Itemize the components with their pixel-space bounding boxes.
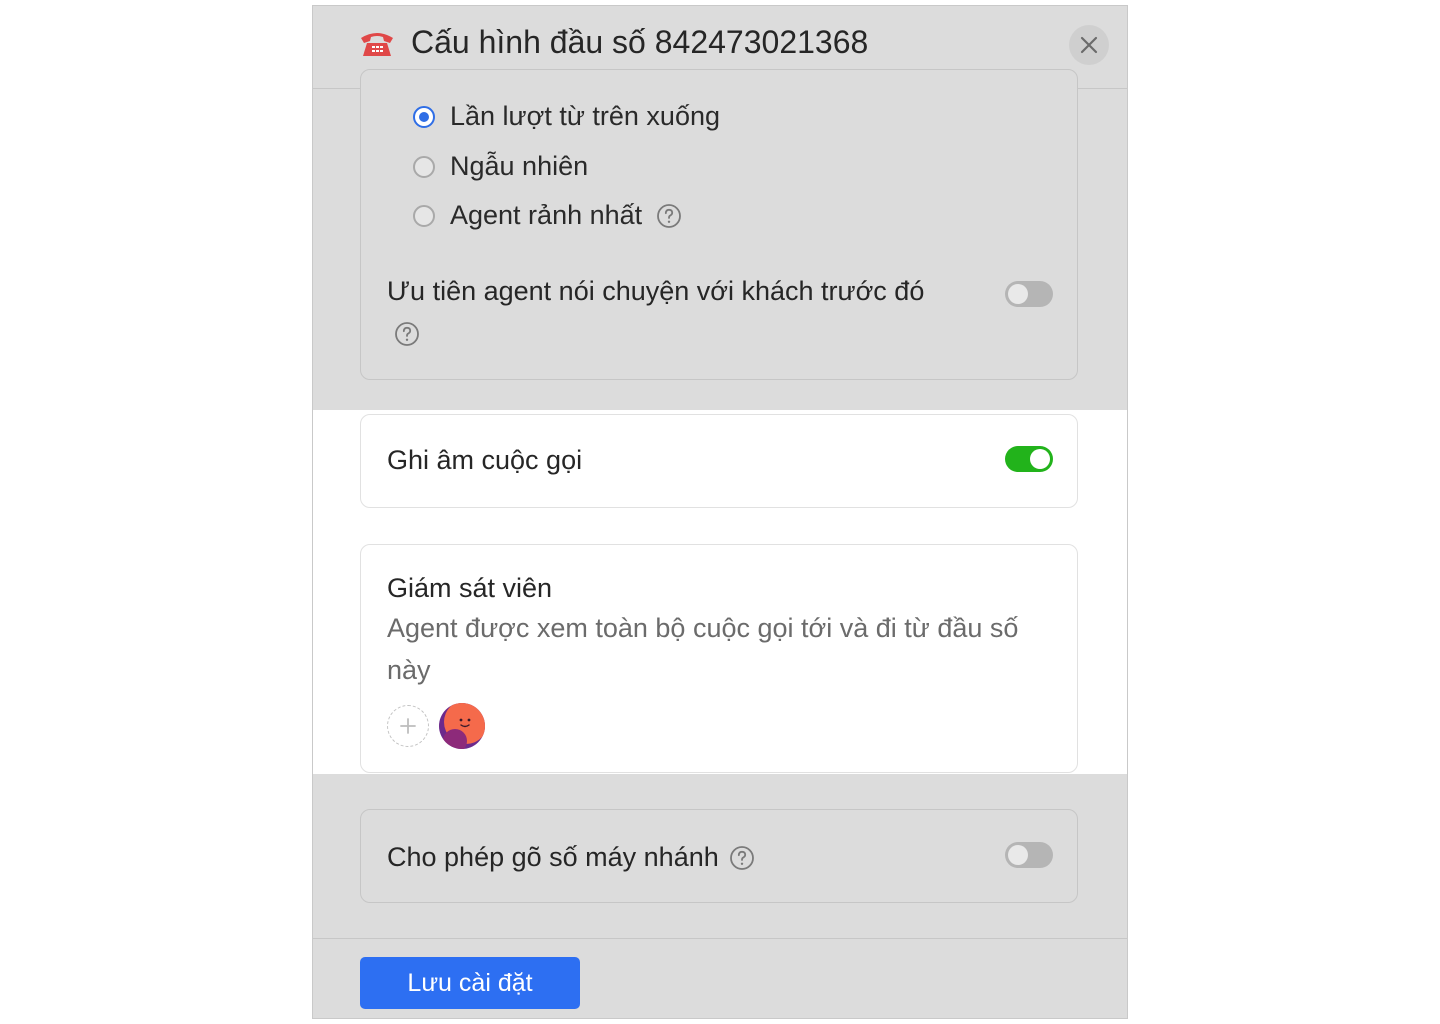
avatar[interactable] xyxy=(439,703,485,749)
toggle-knob xyxy=(1030,449,1050,469)
recording-card: Ghi âm cuộc gọi xyxy=(360,414,1078,508)
help-icon[interactable] xyxy=(729,845,755,871)
radio-button[interactable] xyxy=(413,204,435,227)
recording-label: Ghi âm cuộc gọi xyxy=(387,445,583,475)
help-icon[interactable] xyxy=(394,321,420,347)
extension-label-row: Cho phép gõ số máy nhánh xyxy=(387,842,755,873)
distribution-card: Lần lượt từ trên xuống Ngẫu nhiên Agent … xyxy=(360,69,1078,380)
toggle-knob xyxy=(1008,284,1028,304)
supervisor-title: Giám sát viên xyxy=(387,573,553,603)
radio-label: Ngẫu nhiên xyxy=(450,151,589,181)
close-icon xyxy=(1080,36,1098,54)
radio-option-sequential[interactable]: Lần lượt từ trên xuống xyxy=(413,101,720,132)
help-icon[interactable] xyxy=(656,203,682,229)
prioritize-toggle[interactable] xyxy=(1005,281,1053,307)
save-button[interactable]: Lưu cài đặt xyxy=(360,957,580,1009)
extension-card: Cho phép gõ số máy nhánh xyxy=(360,809,1078,903)
prioritize-label: Ưu tiên agent nói chuyện với khách trước… xyxy=(387,276,925,306)
dialog-title: Cấu hình đầu số 842473021368 xyxy=(411,24,869,60)
radio-option-random[interactable]: Ngẫu nhiên xyxy=(413,151,588,182)
extension-toggle[interactable] xyxy=(1005,842,1053,868)
supervisor-card: Giám sát viên Agent được xem toàn bộ cuộ… xyxy=(360,544,1078,773)
supervisor-description: Agent được xem toàn bộ cuộc gọi tới và đ… xyxy=(387,613,1019,685)
recording-toggle[interactable] xyxy=(1005,446,1053,472)
phone-icon xyxy=(359,29,395,59)
add-supervisor-button[interactable] xyxy=(387,705,429,747)
radio-label: Lần lượt từ trên xuống xyxy=(450,101,720,131)
toggle-knob xyxy=(1008,845,1028,865)
close-button[interactable] xyxy=(1069,25,1109,65)
radio-label: Agent rảnh nhất xyxy=(450,200,643,230)
extension-label: Cho phép gõ số máy nhánh xyxy=(387,842,719,872)
config-dialog: Cấu hình đầu số 842473021368 Lần lượt từ… xyxy=(312,5,1128,1019)
radio-button-checked[interactable] xyxy=(413,105,435,128)
radio-option-idle-agent[interactable]: Agent rảnh nhất xyxy=(413,200,682,231)
dialog-footer: Lưu cài đặt xyxy=(313,938,1127,1018)
radio-button[interactable] xyxy=(413,155,435,178)
plus-icon xyxy=(400,718,416,734)
